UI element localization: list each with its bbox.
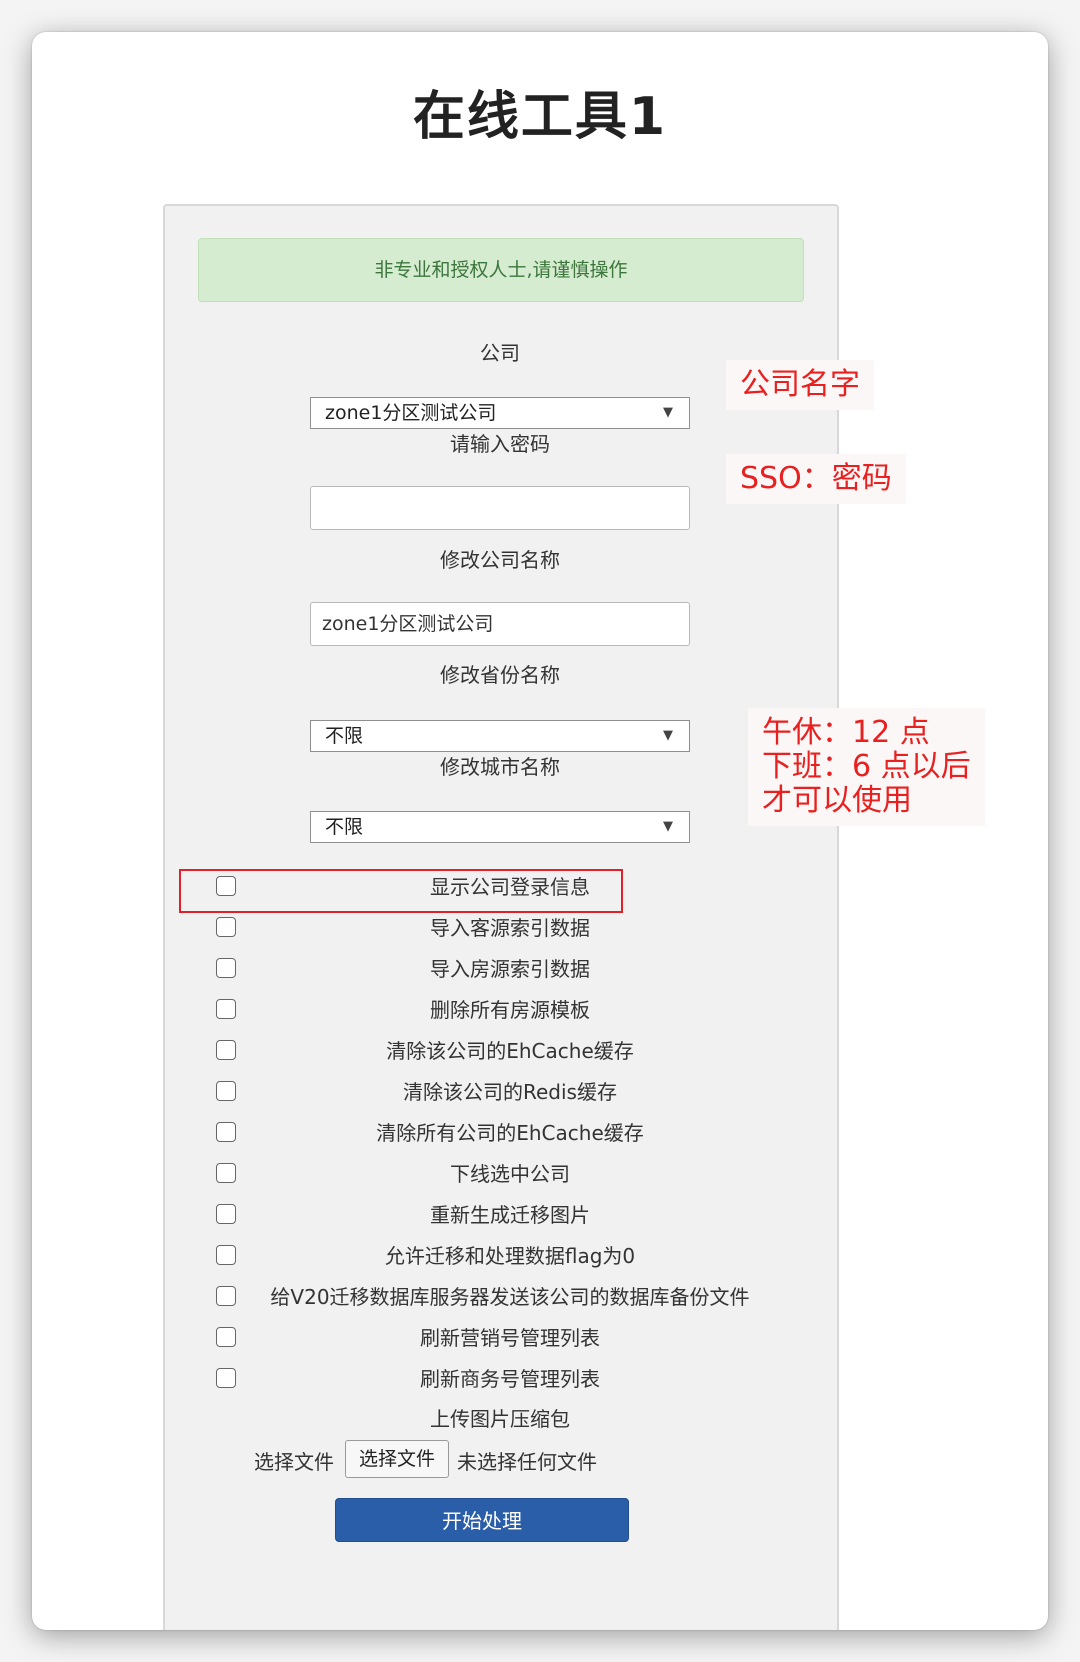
- annotation-sso-password: SSO：密码: [726, 454, 906, 504]
- start-processing-button[interactable]: 开始处理: [335, 1498, 629, 1542]
- chevron-down-icon: ▼: [663, 819, 673, 834]
- city-select-value: 不限: [325, 816, 364, 838]
- province-label: 修改省份名称: [440, 663, 560, 687]
- option-label: 清除该公司的EhCache缓存: [386, 1039, 634, 1063]
- city-label: 修改城市名称: [440, 755, 560, 779]
- rename-company-input[interactable]: zone1分区测试公司: [310, 602, 690, 646]
- warning-alert: 非专业和授权人士,请谨慎操作: [198, 238, 804, 302]
- chevron-down-icon: ▼: [663, 728, 673, 743]
- province-select-value: 不限: [325, 725, 364, 747]
- option-label: 刷新商务号管理列表: [420, 1367, 600, 1391]
- option-clear-company-ehcache[interactable]: 清除该公司的EhCache缓存: [165, 1038, 835, 1068]
- option-refresh-business-list[interactable]: 刷新商务号管理列表: [165, 1366, 835, 1396]
- option-allow-migration-flag[interactable]: 允许迁移和处理数据flag为0: [165, 1243, 835, 1273]
- file-upload-row: 选择文件 选择文件 未选择任何文件: [165, 1440, 835, 1480]
- province-select[interactable]: 不限 ▼: [310, 720, 690, 752]
- option-label: 允许迁移和处理数据flag为0: [384, 1244, 636, 1268]
- option-import-customer-index[interactable]: 导入客源索引数据: [165, 915, 835, 945]
- option-label: 清除该公司的Redis缓存: [403, 1080, 617, 1104]
- option-clear-company-redis[interactable]: 清除该公司的Redis缓存: [165, 1079, 835, 1109]
- page-title: 在线工具1: [412, 87, 668, 147]
- browser-window: 在线工具1 非专业和授权人士,请谨慎操作 公司 zone1分区测试公司 ▼ 请输…: [32, 32, 1048, 1630]
- option-delete-house-templates[interactable]: 删除所有房源模板: [165, 997, 835, 1027]
- option-label: 导入房源索引数据: [430, 957, 590, 981]
- city-select[interactable]: 不限 ▼: [310, 811, 690, 843]
- tool-form-panel: 非专业和授权人士,请谨慎操作 公司 zone1分区测试公司 ▼ 请输入密码 修改…: [163, 204, 839, 1630]
- annotation-usage-time: 午休：12 点 下班：6 点以后 才可以使用: [748, 708, 985, 826]
- option-label: 刷新营销号管理列表: [420, 1326, 600, 1350]
- option-label: 下线选中公司: [450, 1162, 570, 1186]
- annotation-lunch-time: 午休：12 点: [762, 715, 930, 750]
- company-select[interactable]: zone1分区测试公司 ▼: [310, 397, 690, 429]
- password-label: 请输入密码: [450, 432, 550, 456]
- company-select-value: zone1分区测试公司: [325, 402, 497, 424]
- option-offline-company[interactable]: 下线选中公司: [165, 1161, 835, 1191]
- rename-company-label: 修改公司名称: [440, 548, 560, 572]
- option-refresh-marketing-list[interactable]: 刷新营销号管理列表: [165, 1325, 835, 1355]
- option-send-db-backup[interactable]: 给V20迁移数据库服务器发送该公司的数据库备份文件: [165, 1284, 835, 1314]
- file-upload-prefix: 选择文件: [254, 1450, 334, 1474]
- annotation-company-name: 公司名字: [726, 360, 874, 410]
- option-import-house-index[interactable]: 导入房源索引数据: [165, 956, 835, 986]
- option-label: 清除所有公司的EhCache缓存: [376, 1121, 644, 1145]
- choose-file-button[interactable]: 选择文件: [345, 1440, 449, 1478]
- upload-label: 上传图片压缩包: [430, 1407, 570, 1431]
- annotation-after-work: 下班：6 点以后: [762, 749, 971, 784]
- option-label: 给V20迁移数据库服务器发送该公司的数据库备份文件: [270, 1285, 750, 1309]
- option-label: 重新生成迁移图片: [430, 1203, 590, 1227]
- chevron-down-icon: ▼: [663, 405, 673, 420]
- option-label: 导入客源索引数据: [430, 916, 590, 940]
- option-clear-all-ehcache[interactable]: 清除所有公司的EhCache缓存: [165, 1120, 835, 1150]
- annotation-usage-rule: 才可以使用: [762, 783, 912, 818]
- file-status-text: 未选择任何文件: [457, 1450, 597, 1474]
- password-input[interactable]: [310, 486, 690, 530]
- option-regenerate-images[interactable]: 重新生成迁移图片: [165, 1202, 835, 1232]
- option-label: 删除所有房源模板: [430, 998, 590, 1022]
- highlight-box-import-customer-index: [179, 869, 623, 913]
